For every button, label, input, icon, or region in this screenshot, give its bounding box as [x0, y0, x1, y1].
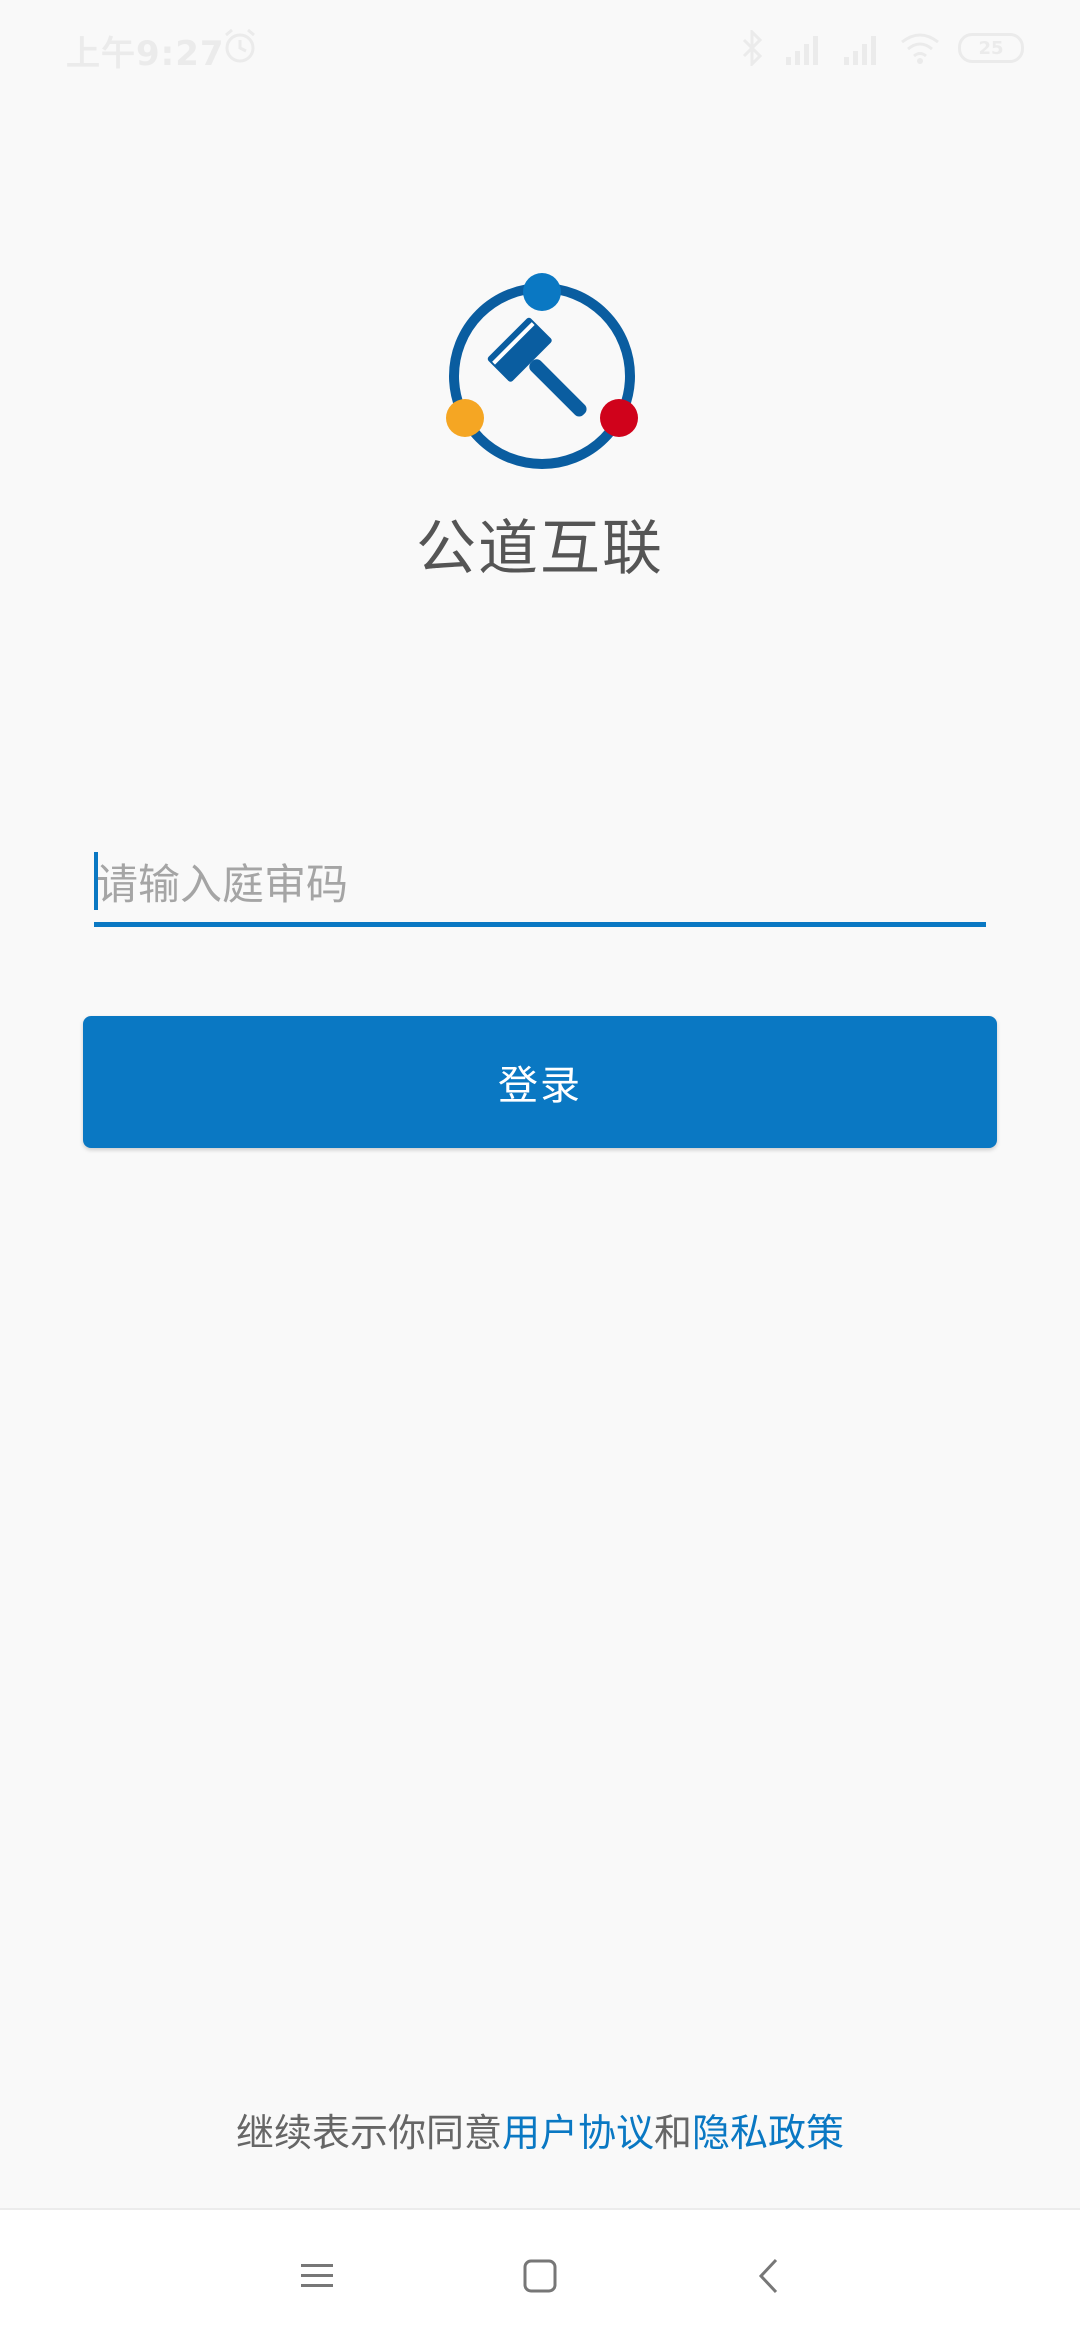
- agreement-conjunction: 和: [654, 2111, 693, 2155]
- text-cursor: [94, 852, 98, 910]
- bluetooth-icon: [740, 30, 766, 66]
- status-time: 上午9:27: [66, 34, 225, 74]
- court-code-field[interactable]: [94, 846, 986, 927]
- back-icon[interactable]: [738, 2246, 798, 2306]
- privacy-policy-link[interactable]: 隐私政策: [692, 2111, 844, 2155]
- wifi-icon: [900, 32, 940, 64]
- navigation-bar: [0, 2208, 1080, 2340]
- login-screen: 上午9:27 25 公道互联 请输入庭审码 登录 继续表示你同意用户协议和隐私政…: [0, 0, 1080, 2340]
- agreement-prefix: 继续表示你同意: [235, 2111, 502, 2155]
- login-button[interactable]: 登录: [83, 1016, 997, 1148]
- menu-icon[interactable]: [287, 2246, 347, 2306]
- status-icons: 25: [740, 28, 1024, 68]
- signal-icon: [842, 31, 882, 65]
- battery-icon: 25: [958, 33, 1024, 63]
- court-code-input[interactable]: [94, 846, 986, 922]
- home-icon[interactable]: [510, 2246, 570, 2306]
- app-name: 公道互联: [416, 514, 664, 584]
- user-agreement-link[interactable]: 用户协议: [502, 2111, 654, 2155]
- agreement-text: 继续表示你同意用户协议和隐私政策: [0, 2102, 1080, 2157]
- alarm-icon: [220, 26, 260, 66]
- status-bar: 上午9:27 25: [0, 0, 1080, 96]
- signal-icon: [784, 31, 824, 65]
- gavel-logo: [436, 266, 648, 478]
